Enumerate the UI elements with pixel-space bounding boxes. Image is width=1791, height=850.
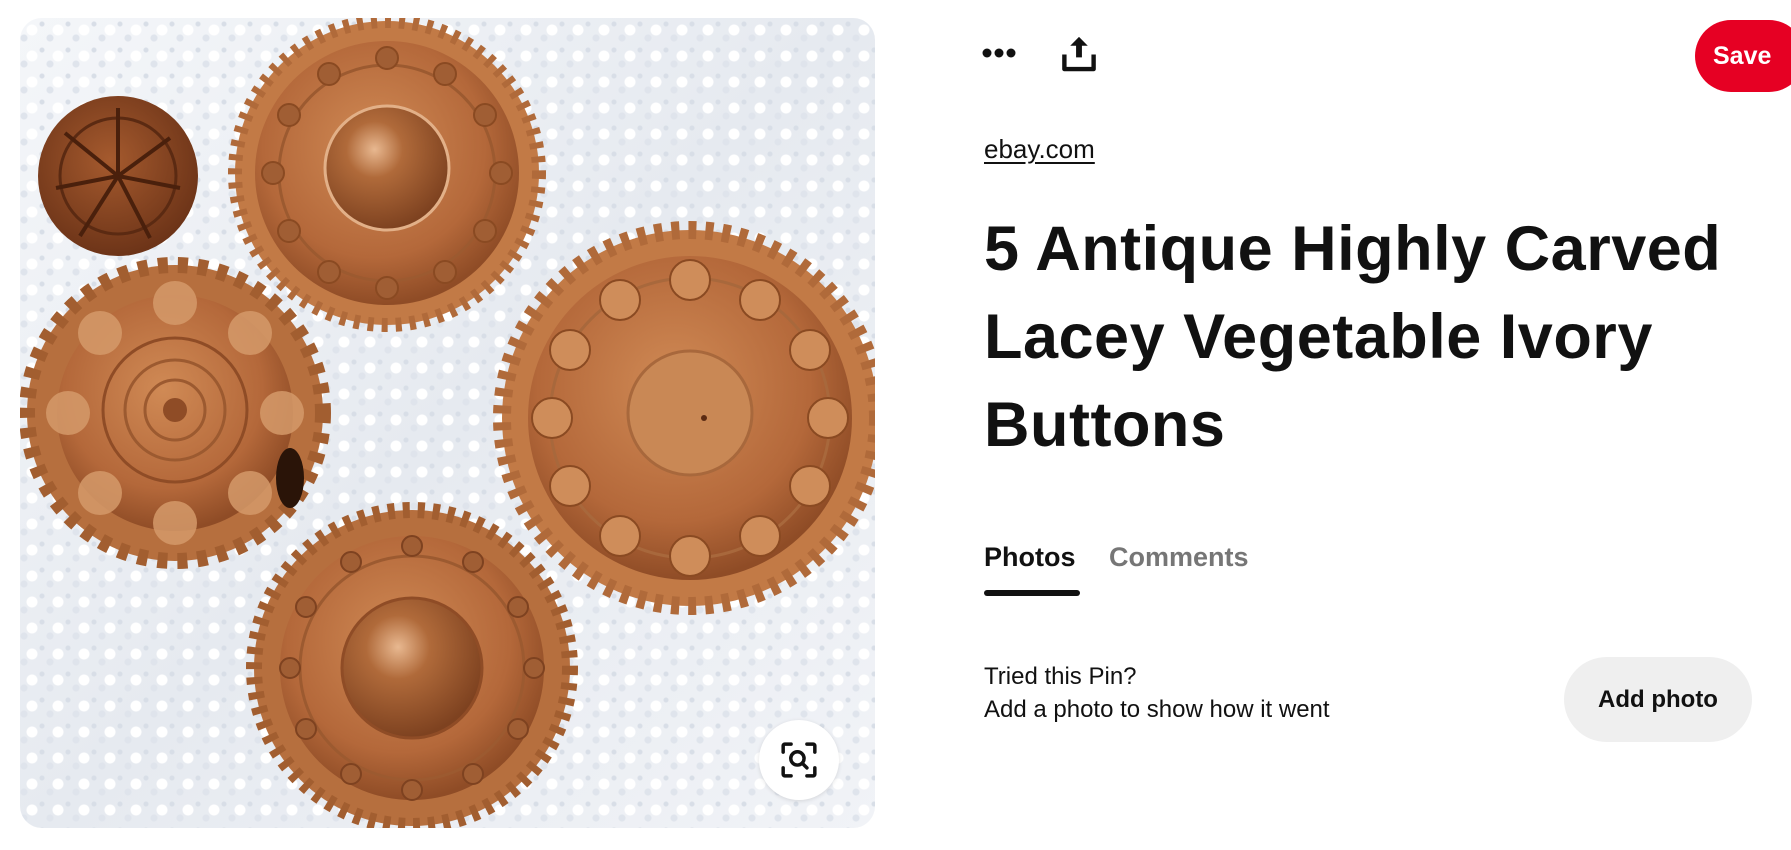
- tried-pin-prompt: Tried this Pin? Add a photo to show how …: [984, 660, 1330, 726]
- left-button-art: [20, 257, 331, 569]
- add-photo-button[interactable]: Add photo: [1564, 657, 1752, 742]
- more-options-button[interactable]: [972, 26, 1026, 80]
- visual-search-icon: [781, 742, 817, 778]
- top-button-art: [228, 18, 546, 332]
- pin-image[interactable]: [20, 18, 875, 828]
- pin-title: 5 Antique Highly Carved Lacey Vegetable …: [984, 214, 1722, 460]
- ellipsis-icon: [982, 48, 1016, 58]
- small-button-art: [38, 96, 198, 256]
- share-button[interactable]: [1052, 26, 1106, 80]
- visual-search-button[interactable]: [759, 720, 839, 800]
- tried-question: Tried this Pin?: [984, 663, 1137, 690]
- pin-details: Save ebay.com 5 Antique Highly Carved La…: [982, 0, 1791, 850]
- active-tab-indicator: [984, 590, 1080, 596]
- tab-photos[interactable]: Photos: [984, 542, 1076, 573]
- share-upload-icon: [1062, 36, 1096, 72]
- bottom-button-art: [246, 502, 578, 828]
- save-button[interactable]: Save: [1695, 20, 1791, 92]
- right-button-art: [493, 221, 875, 615]
- tab-comments[interactable]: Comments: [1109, 542, 1249, 573]
- buttons-photo: [20, 18, 875, 828]
- pin-toolbar: Save: [982, 18, 1791, 98]
- source-link[interactable]: ebay.com: [984, 134, 1095, 165]
- tried-description: Add a photo to show how it went: [984, 696, 1330, 723]
